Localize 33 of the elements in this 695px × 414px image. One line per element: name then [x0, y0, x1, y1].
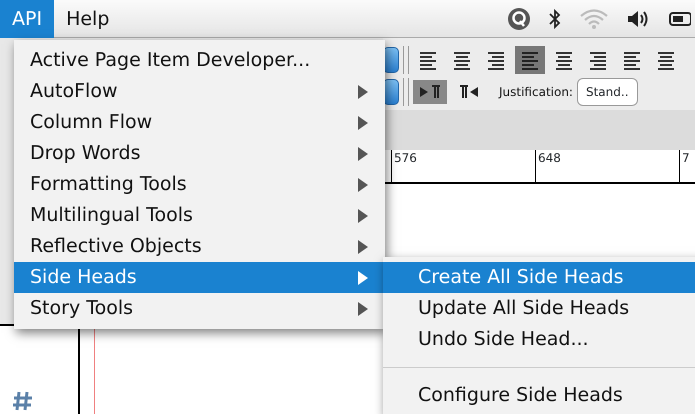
submenu-arrow-icon — [357, 300, 369, 316]
menu-item[interactable]: Active Page Item Developer... — [14, 45, 385, 76]
submenu-arrow-icon — [357, 114, 369, 130]
menu-item[interactable]: Side Heads — [14, 262, 385, 293]
submenu-arrow-icon — [357, 84, 369, 100]
menu-item[interactable]: Story Tools — [14, 293, 385, 324]
submenu-arrow-icon — [357, 146, 369, 162]
menu-item[interactable]: Formatting Tools — [14, 169, 385, 200]
menu-item[interactable]: Undo Side Head... — [383, 324, 695, 355]
bluetooth-icon[interactable] — [549, 8, 561, 30]
menu-item[interactable]: Reflective Objects — [14, 231, 385, 262]
submenu-arrow-icon — [357, 270, 369, 286]
ruler-label: 576 — [394, 151, 417, 165]
menu-item[interactable]: Create All Side Heads — [383, 262, 695, 293]
hash-icon — [12, 390, 34, 412]
menu-item[interactable]: Column Flow — [14, 107, 385, 138]
menu-item[interactable]: AutoFlow — [14, 76, 385, 107]
battery-icon[interactable] — [669, 10, 691, 26]
menu-title[interactable]: API — [0, 0, 54, 38]
menu-item[interactable]: Multilingual Tools — [14, 200, 385, 231]
ruler-label: 648 — [538, 151, 561, 165]
menu-item[interactable]: Drop Words — [14, 138, 385, 169]
justification-label: Justification: — [499, 84, 573, 101]
justification-dropdown[interactable]: Stand.. — [576, 78, 638, 106]
ruler-label: 7 — [682, 151, 690, 165]
menu-item[interactable]: Update All Side Heads — [383, 293, 695, 324]
submenu-arrow-icon — [357, 176, 369, 192]
submenu-arrow-icon — [357, 238, 369, 254]
q-icon[interactable] — [507, 6, 531, 30]
paragraph-direction-icon — [418, 84, 442, 100]
submenu-arrow-icon — [357, 208, 369, 224]
menu-item[interactable]: Configure Side Heads — [383, 380, 695, 411]
menu-title[interactable]: Help — [54, 0, 122, 38]
